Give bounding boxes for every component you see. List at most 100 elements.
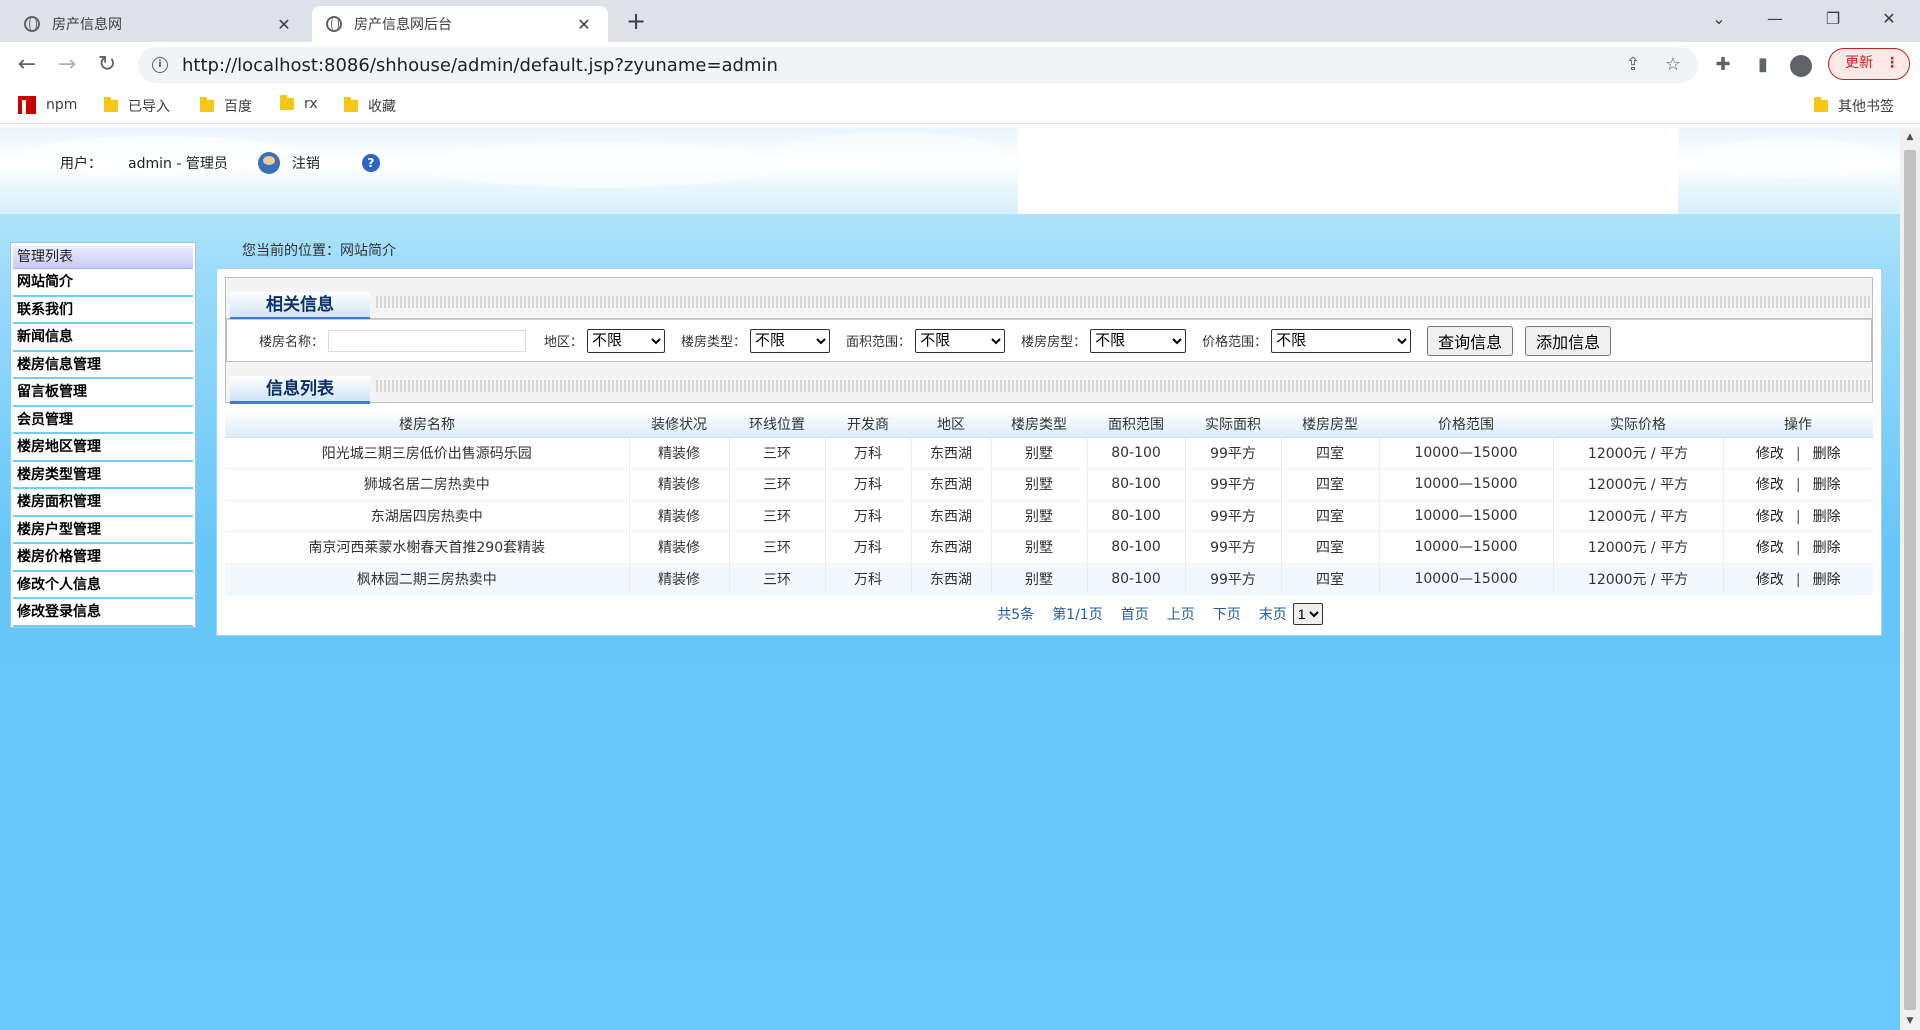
scroll-up-arrow-icon[interactable]: ▲ — [1900, 132, 1920, 142]
cell-type: 别墅 — [991, 531, 1088, 564]
scroll-down-arrow-icon[interactable]: ▼ — [1900, 1016, 1920, 1026]
name-label: 楼房名称： — [259, 335, 325, 350]
extensions-icon[interactable]: ✚ — [1708, 50, 1738, 80]
window-close-icon[interactable]: ✕ — [1862, 0, 1916, 40]
help-icon[interactable]: ? — [361, 154, 380, 172]
delete-link[interactable]: 删除 — [1813, 446, 1841, 462]
globe-icon — [326, 16, 342, 32]
browser-tab-1[interactable]: 房产信息网 ✕ — [10, 6, 308, 42]
edit-link[interactable]: 修改 — [1756, 572, 1784, 588]
bookmark-favorites[interactable]: 收藏 — [344, 96, 396, 116]
menu-dots-icon: ⋮ — [1885, 55, 1899, 71]
next-page-link[interactable]: 下页 — [1213, 604, 1241, 624]
action-separator: | — [1795, 508, 1801, 525]
close-icon[interactable]: ✕ — [274, 15, 294, 34]
bookmark-baidu[interactable]: 百度 — [200, 96, 252, 116]
bookmark-other[interactable]: 其他书签 — [1814, 96, 1894, 116]
logout-link[interactable]: 注销 — [292, 153, 320, 173]
sidebar-item-site-intro[interactable]: 网站简介 — [13, 269, 193, 297]
cell-developer: 万科 — [825, 531, 912, 564]
house-name-input[interactable] — [328, 329, 527, 352]
area-select[interactable]: 不限 — [587, 328, 666, 353]
cell-decoration: 精装修 — [629, 468, 730, 501]
sidebar-item-profile[interactable]: 修改个人信息 — [13, 571, 193, 599]
edit-link[interactable]: 修改 — [1756, 509, 1784, 525]
bookmark-rx[interactable]: rx — [280, 95, 318, 112]
cell-ring: 三环 — [729, 563, 826, 595]
delete-link[interactable]: 删除 — [1813, 540, 1841, 556]
column-header: 实际面积 — [1185, 411, 1281, 438]
sidebar-item-login-info[interactable]: 修改登录信息 — [13, 599, 193, 627]
edit-link[interactable]: 修改 — [1756, 540, 1784, 556]
sidebar-item-layouts[interactable]: 楼房户型管理 — [13, 516, 193, 544]
cell-region: 东西湖 — [911, 563, 992, 595]
browser-tab-2[interactable]: 房产信息网后台 ✕ — [312, 6, 608, 42]
delete-link[interactable]: 删除 — [1813, 509, 1841, 525]
address-bar[interactable]: i http://localhost:8086/shhouse/admin/de… — [138, 47, 1698, 83]
sidebar-item-prices[interactable]: 楼房价格管理 — [13, 544, 193, 572]
column-header: 地区 — [911, 411, 991, 438]
edit-link[interactable]: 修改 — [1756, 446, 1784, 462]
price-range-select[interactable]: 不限 — [1271, 328, 1412, 353]
new-tab-button[interactable]: + — [620, 8, 652, 36]
size-range-select[interactable]: 不限 — [915, 328, 1006, 353]
bookmark-npm[interactable]: npm — [18, 96, 77, 114]
sidebar-item-types[interactable]: 楼房类型管理 — [13, 461, 193, 489]
bookmark-label: 百度 — [224, 99, 252, 115]
delete-link[interactable]: 删除 — [1813, 477, 1841, 493]
action-separator: | — [1795, 571, 1801, 588]
house-type-select[interactable]: 不限 — [750, 328, 831, 353]
sidebar-item-contact[interactable]: 联系我们 — [13, 296, 193, 324]
cell-actual-size: 99平方 — [1185, 531, 1282, 564]
bookmark-star-icon[interactable]: ☆ — [1658, 50, 1688, 80]
sidebar-item-news[interactable]: 新闻信息 — [13, 324, 193, 352]
breadcrumb: 您当前的位置：网站简介 — [242, 243, 396, 259]
browser-tab-bar: 房产信息网 ✕ 房产信息网后台 ✕ + ⌄ — ❐ ✕ — [0, 0, 1920, 42]
scrollbar-thumb[interactable] — [1904, 150, 1916, 1010]
sidebar-item-areas[interactable]: 楼房面积管理 — [13, 489, 193, 517]
forward-arrow-icon[interactable]: → — [52, 50, 82, 80]
share-icon[interactable]: ⇪ — [1618, 50, 1648, 80]
sidebar-item-house-info[interactable]: 楼房信息管理 — [13, 351, 193, 379]
prev-page-link[interactable]: 上页 — [1167, 604, 1195, 624]
last-page-link[interactable]: 末页 — [1259, 604, 1287, 624]
bookmark-imported[interactable]: 已导入 — [104, 96, 170, 116]
page-viewport: 用户： admin - 管理员 注销 ? 管理列表 网站简介 联系我们 新闻信息… — [0, 128, 1900, 1030]
sidebar: 管理列表 网站简介 联系我们 新闻信息 楼房信息管理 留言板管理 会员管理 楼房… — [10, 242, 196, 628]
page-select[interactable]: 1 — [1292, 603, 1323, 625]
first-page-link[interactable]: 首页 — [1121, 604, 1149, 624]
site-info-icon[interactable]: i — [152, 57, 168, 73]
profile-avatar[interactable] — [1790, 55, 1812, 77]
add-button[interactable]: 添加信息 — [1525, 325, 1612, 356]
minimize-icon[interactable]: — — [1748, 0, 1802, 40]
update-button[interactable]: 更新 ⋮ — [1828, 48, 1910, 80]
reload-icon[interactable]: ↻ — [92, 50, 122, 80]
user-icon — [257, 152, 280, 174]
cell-name: 南京河西莱蒙水榭春天首推290套精装 — [225, 531, 630, 564]
cell-layout: 四室 — [1281, 500, 1380, 532]
cell-price-range: 10000—15000 — [1379, 563, 1554, 595]
delete-link[interactable]: 删除 — [1813, 572, 1841, 588]
url-text[interactable]: http://localhost:8086/shhouse/admin/defa… — [182, 55, 778, 76]
column-header: 楼房房型 — [1281, 411, 1379, 438]
cell-type: 别墅 — [991, 500, 1088, 532]
cell-actual-price: 12000元 / 平方 — [1553, 437, 1724, 469]
house-layout-select[interactable]: 不限 — [1090, 328, 1187, 353]
total-count: 共5条 — [997, 607, 1035, 623]
side-panel-icon[interactable]: ▮ — [1748, 50, 1778, 80]
tab-search-chevron-icon[interactable]: ⌄ — [1692, 0, 1746, 40]
back-arrow-icon[interactable]: ← — [12, 50, 42, 80]
sidebar-item-messages[interactable]: 留言板管理 — [13, 379, 193, 407]
query-button[interactable]: 查询信息 — [1427, 325, 1514, 356]
column-header: 楼房名称 — [225, 411, 629, 438]
sidebar-item-regions[interactable]: 楼房地区管理 — [13, 434, 193, 462]
user-info: 用户： admin - 管理员 注销 ? — [60, 152, 380, 174]
sidebar-item-members[interactable]: 会员管理 — [13, 406, 193, 434]
edit-link[interactable]: 修改 — [1756, 477, 1784, 493]
restore-icon[interactable]: ❐ — [1806, 0, 1860, 40]
close-icon[interactable]: ✕ — [574, 15, 594, 34]
search-section-header: 相关信息 — [225, 277, 1873, 320]
cell-layout: 四室 — [1281, 468, 1380, 501]
user-name: admin - 管理员 — [128, 156, 228, 172]
vertical-scrollbar[interactable]: ▲ ▼ — [1900, 128, 1920, 1030]
